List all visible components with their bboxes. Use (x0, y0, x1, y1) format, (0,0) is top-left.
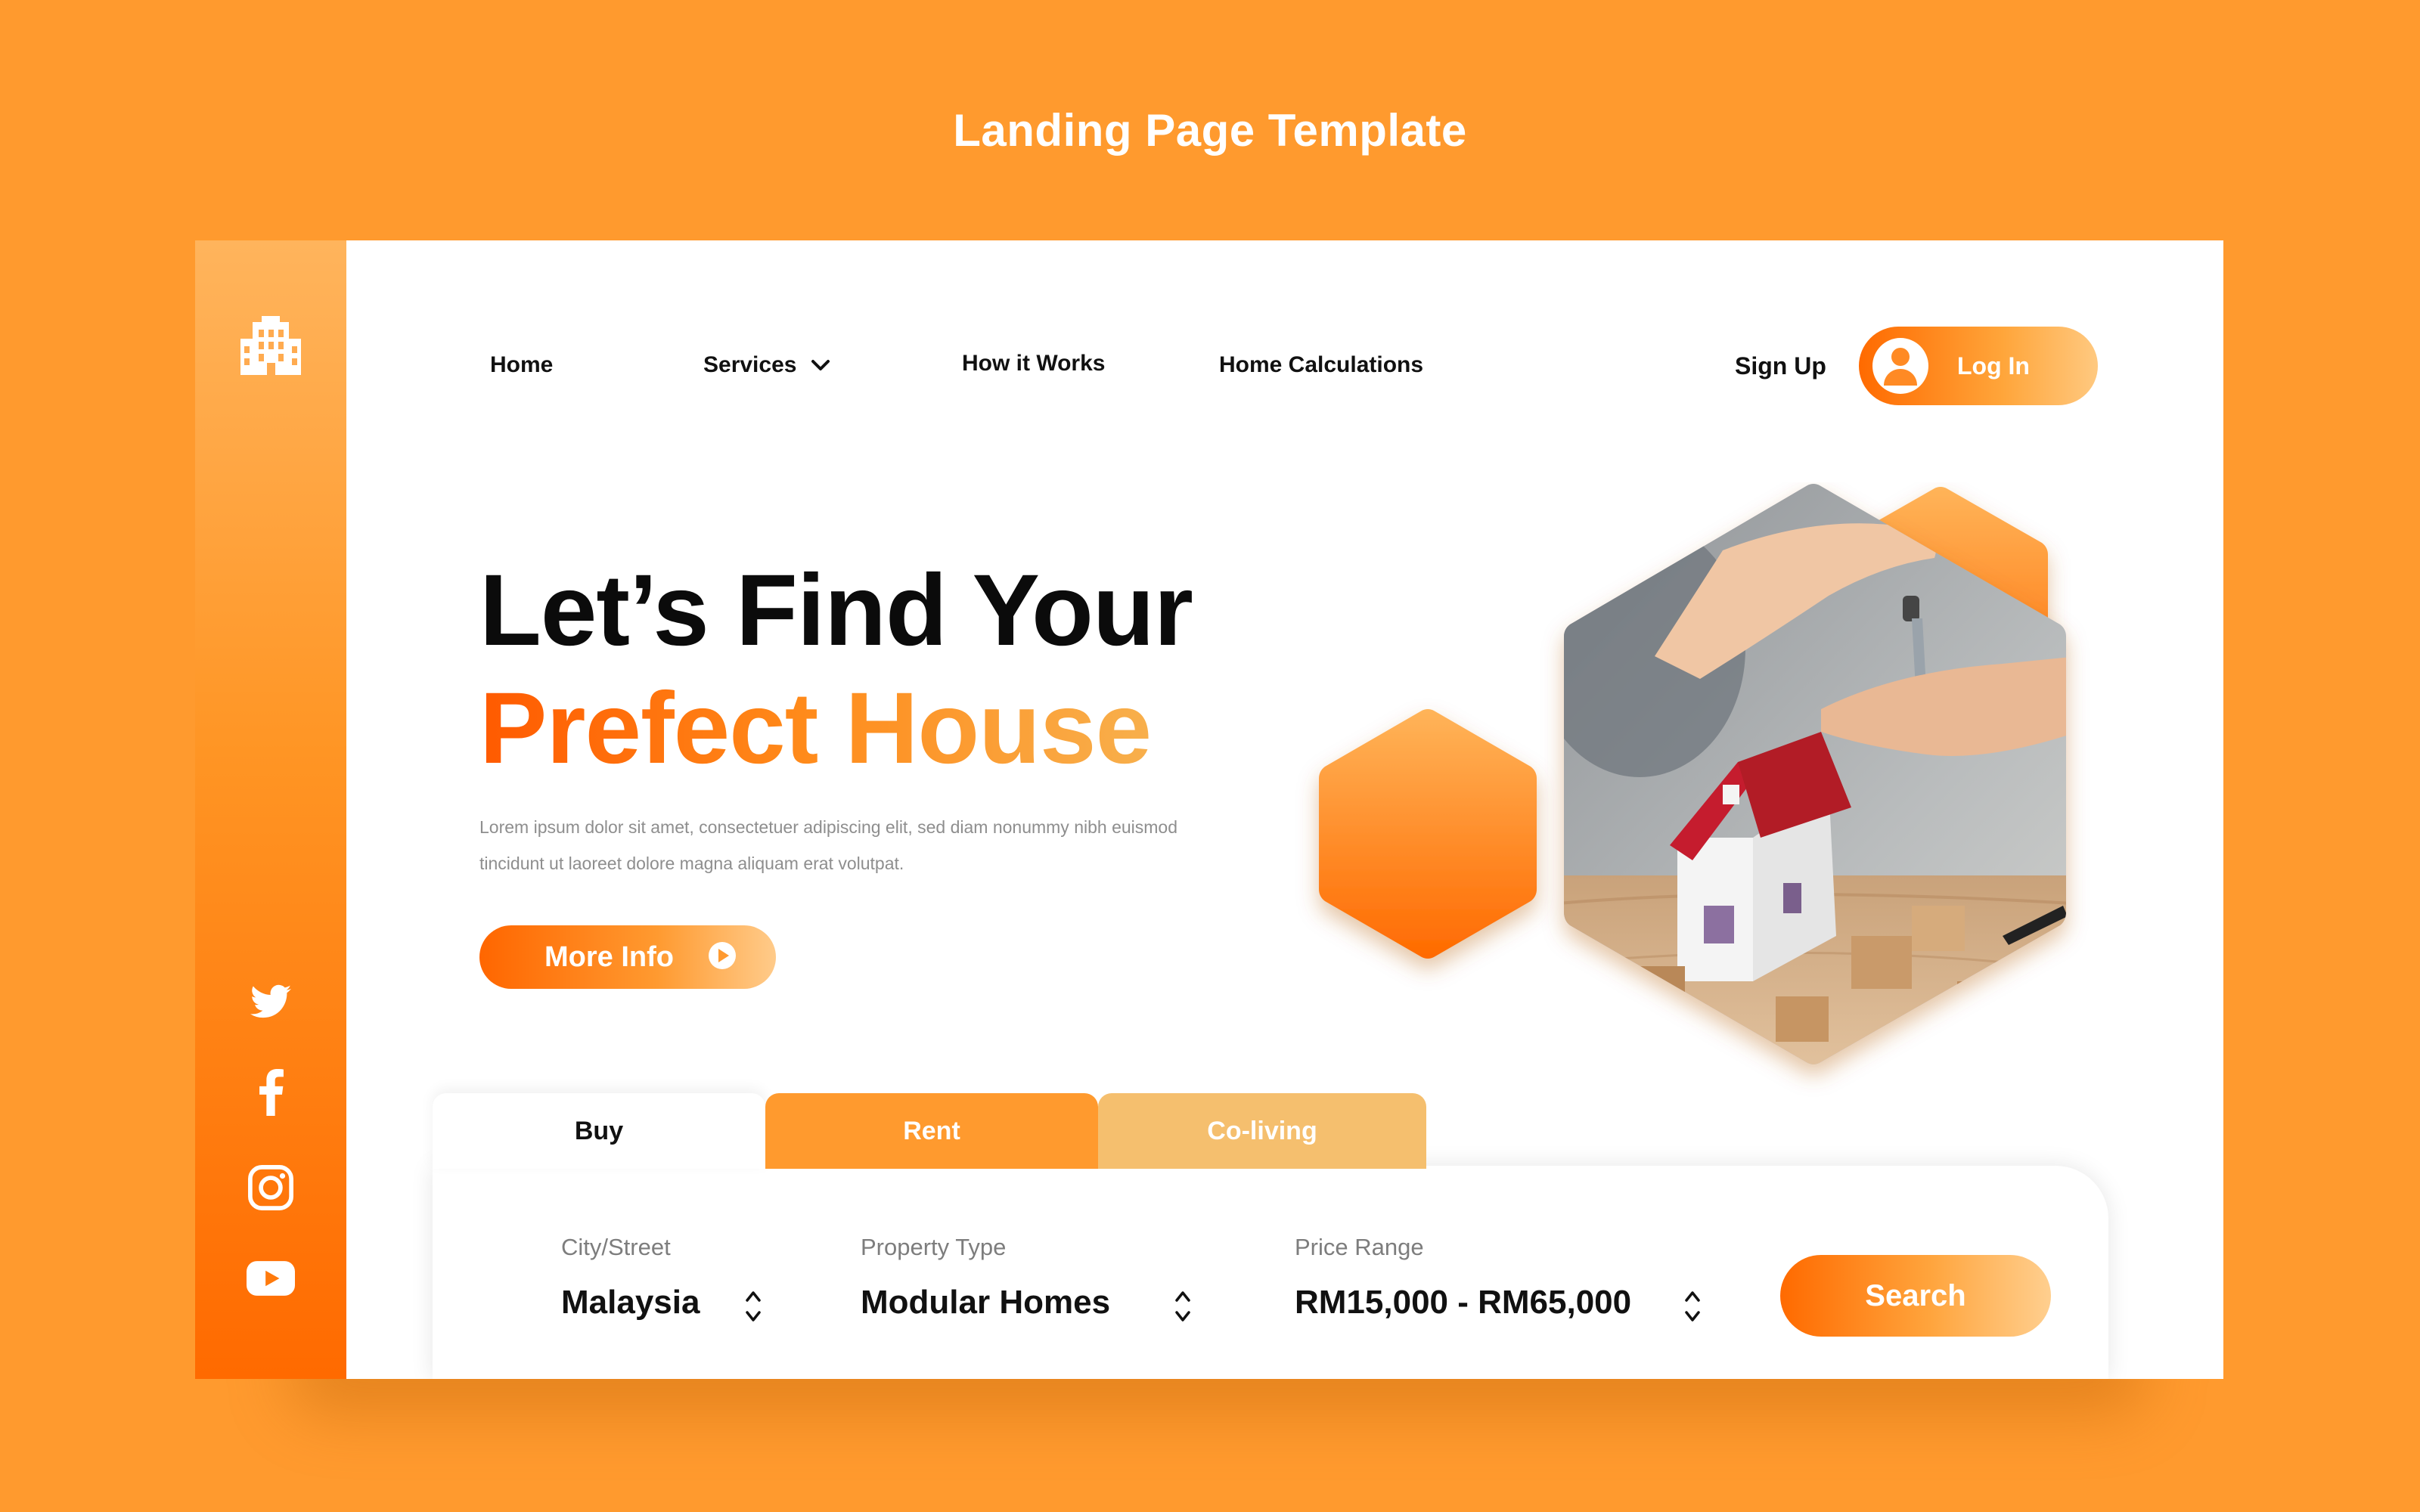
nav-services-label: Services (703, 352, 797, 377)
price-range-label: Price Range (1295, 1234, 1424, 1260)
chevron-down-icon (810, 353, 831, 379)
nav-home-calculations[interactable]: Home Calculations (1219, 352, 1423, 378)
search-button[interactable]: Search (1780, 1255, 2051, 1337)
city-street-label: City/Street (561, 1234, 671, 1260)
nav-home[interactable]: Home (490, 352, 553, 378)
nav-services[interactable]: Services (703, 352, 831, 379)
hero-image (1292, 482, 2108, 1125)
sidebar (195, 240, 346, 1379)
hero-title-line2: Prefect House (479, 670, 1193, 788)
more-info-button[interactable]: More Info (479, 925, 776, 989)
building-icon[interactable] (237, 316, 304, 375)
tab-buy[interactable]: Buy (433, 1093, 765, 1169)
log-in-label: Log In (1957, 352, 2030, 380)
more-info-label: More Info (544, 940, 674, 973)
sign-up-link[interactable]: Sign Up (1735, 352, 1826, 380)
tab-rent[interactable]: Rent (765, 1093, 1098, 1169)
twitter-icon[interactable] (250, 984, 291, 1019)
city-street-sort-icon[interactable] (744, 1287, 762, 1330)
city-street-select[interactable]: Malaysia (561, 1284, 700, 1321)
youtube-icon[interactable] (247, 1261, 295, 1296)
hero-title: Let’s Find Your Prefect House (479, 552, 1193, 788)
price-range-select[interactable]: RM15,000 - RM65,000 (1295, 1284, 1631, 1321)
hero-description: Lorem ipsum dolor sit amet, consectetuer… (479, 817, 1177, 873)
play-circle-icon (707, 940, 737, 974)
nav-how-it-works[interactable]: How it Works (962, 351, 1105, 376)
instagram-icon[interactable] (247, 1164, 294, 1211)
facebook-icon[interactable] (258, 1069, 284, 1116)
log-in-button[interactable]: Log In (1859, 327, 2098, 405)
property-type-select[interactable]: Modular Homes (861, 1284, 1110, 1321)
property-type-sort-icon[interactable] (1174, 1287, 1192, 1330)
property-type-label: Property Type (861, 1234, 1007, 1260)
tab-co-living[interactable]: Co-living (1098, 1093, 1426, 1169)
price-range-sort-icon[interactable] (1683, 1287, 1702, 1330)
user-avatar-icon (1872, 338, 1928, 394)
landing-frame: Home Services How it Works Home Calculat… (195, 240, 2223, 1379)
page-title: Landing Page Template (953, 105, 1467, 156)
hero-title-line1: Let’s Find Your (479, 554, 1193, 667)
